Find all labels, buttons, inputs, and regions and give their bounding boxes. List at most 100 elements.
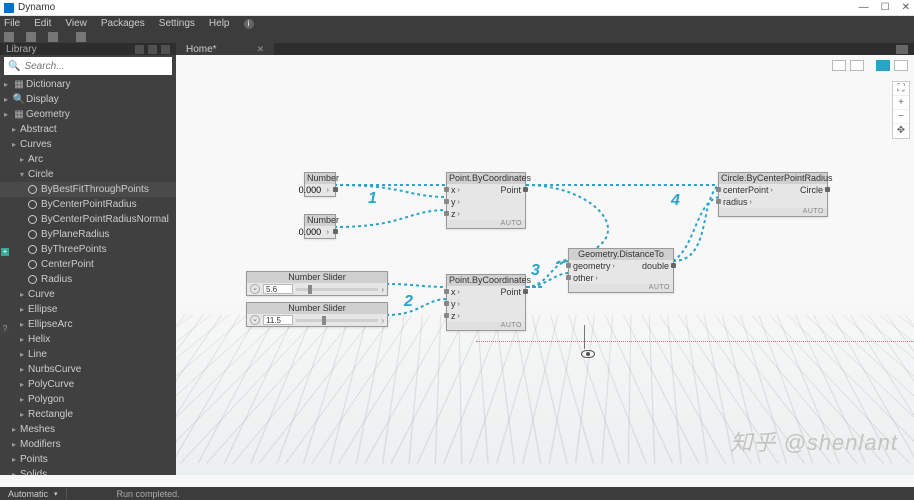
canvas[interactable]: ⛶ + − ✥ Number ›: [176, 55, 914, 475]
zoom-in-button[interactable]: +: [893, 96, 909, 110]
help-icon[interactable]: ?: [1, 325, 9, 333]
slider-value[interactable]: 5.6: [263, 284, 293, 294]
tree-item[interactable]: ▸Polygon: [0, 392, 176, 407]
node-slider-2[interactable]: Number Slider ⌄ 11.5 ›: [246, 302, 388, 327]
input-port-other[interactable]: other›: [569, 272, 638, 284]
tree-item[interactable]: ByCenterPointRadiusNormal: [0, 212, 176, 227]
input-port-z[interactable]: z›: [447, 310, 496, 322]
chevron-right-icon: ›: [458, 211, 460, 218]
zoom-out-button[interactable]: −: [893, 110, 909, 124]
tree-item[interactable]: ▸Modifiers: [0, 437, 176, 452]
view-toggle-icon[interactable]: [850, 60, 864, 71]
library-view-icon[interactable]: [135, 45, 144, 54]
output-port[interactable]: double: [638, 260, 673, 272]
input-port-centerpoint[interactable]: centerPoint›: [719, 184, 796, 196]
view-toggle-icon[interactable]: [832, 60, 846, 71]
3d-view-icon[interactable]: [876, 60, 890, 71]
menu-edit[interactable]: Edit: [34, 18, 51, 29]
info-icon[interactable]: i: [244, 19, 254, 29]
node-point-bycoords-2[interactable]: Point.ByCoordinates x› y› z› Point AUTO: [446, 274, 526, 331]
menu-view[interactable]: View: [65, 18, 87, 29]
node-distance-to[interactable]: Geometry.DistanceTo geometry› other› dou…: [568, 248, 674, 293]
pan-button[interactable]: ✥: [893, 124, 909, 138]
tree-item[interactable]: ByCenterPointRadius: [0, 197, 176, 212]
run-mode-dropdown[interactable]: Automatic ▾: [0, 489, 67, 499]
tree-item[interactable]: ▸NurbsCurve: [0, 362, 176, 377]
add-button[interactable]: +: [1, 248, 9, 256]
tree-item[interactable]: ▸Line: [0, 347, 176, 362]
input-port-x[interactable]: x›: [447, 184, 496, 196]
tree-item-label: Helix: [28, 334, 50, 345]
app-logo-icon: [4, 3, 14, 13]
tree-item[interactable]: ▸PolyCurve: [0, 377, 176, 392]
node-number-1[interactable]: Number ›: [304, 172, 336, 197]
undo-icon[interactable]: [76, 32, 86, 42]
menu-settings[interactable]: Settings: [159, 18, 195, 29]
tree-item[interactable]: Radius: [0, 272, 176, 287]
tab-home[interactable]: Home* ✕: [176, 43, 274, 55]
fit-view-button[interactable]: ⛶: [893, 82, 909, 96]
slider-value[interactable]: 11.5: [263, 315, 293, 325]
node-output-port[interactable]: ›: [305, 226, 335, 238]
minimize-button[interactable]: —: [859, 2, 869, 13]
input-port-y[interactable]: y›: [447, 196, 496, 208]
menubar: File Edit View Packages Settings Help i: [0, 16, 914, 31]
input-port-z[interactable]: z›: [447, 208, 496, 220]
search-input[interactable]: [24, 61, 168, 72]
tree-item[interactable]: CenterPoint: [0, 257, 176, 272]
input-port-radius[interactable]: radius›: [719, 196, 796, 208]
tab-close-icon[interactable]: ✕: [257, 44, 265, 55]
input-port-y[interactable]: y›: [447, 298, 496, 310]
tree-item[interactable]: ByThreePoints: [0, 242, 176, 257]
menu-packages[interactable]: Packages: [101, 18, 145, 29]
output-port[interactable]: Point: [496, 184, 525, 196]
save-file-icon[interactable]: [48, 32, 58, 42]
tree-item[interactable]: ▸Points: [0, 452, 176, 467]
number-value-input[interactable]: [299, 227, 325, 237]
tree-item[interactable]: ▸Curves: [0, 137, 176, 152]
tree-item[interactable]: ByPlaneRadius: [0, 227, 176, 242]
tree-item[interactable]: ▸🔍Display: [0, 92, 176, 107]
slider-track[interactable]: [296, 319, 378, 322]
library-view-icon[interactable]: [148, 45, 157, 54]
library-view-icon[interactable]: [161, 45, 170, 54]
tree-item[interactable]: ▸Arc: [0, 152, 176, 167]
menu-help[interactable]: Help: [209, 18, 230, 29]
tree-item[interactable]: ▾Circle: [0, 167, 176, 182]
slider-thumb[interactable]: [308, 285, 312, 294]
slider-thumb[interactable]: [322, 316, 326, 325]
tree-item[interactable]: ▸Rectangle: [0, 407, 176, 422]
close-button[interactable]: ✕: [902, 2, 910, 13]
input-port-geometry[interactable]: geometry›: [569, 260, 638, 272]
2d-view-icon[interactable]: [894, 60, 908, 71]
number-value-input[interactable]: [299, 185, 325, 195]
tree-item[interactable]: ▸▦Dictionary: [0, 77, 176, 92]
chevron-down-icon[interactable]: ⌄: [250, 315, 260, 325]
tree-item-label: NurbsCurve: [28, 364, 81, 375]
node-header: Number Slider: [247, 303, 387, 314]
node-slider-1[interactable]: Number Slider ⌄ 5.6 ›: [246, 271, 388, 296]
tree-item[interactable]: ▸Meshes: [0, 422, 176, 437]
menu-file[interactable]: File: [4, 18, 20, 29]
tree-item[interactable]: ▸Solids: [0, 467, 176, 475]
tree-item[interactable]: ByBestFitThroughPoints: [0, 182, 176, 197]
node-point-bycoords-1[interactable]: Point.ByCoordinates x› y› z› Point AUTO: [446, 172, 526, 229]
chevron-down-icon[interactable]: ⌄: [250, 284, 260, 294]
tree-item[interactable]: ▸Abstract: [0, 122, 176, 137]
tree-item[interactable]: ▸EllipseArc: [0, 317, 176, 332]
output-port[interactable]: Circle: [796, 184, 827, 196]
tree-item[interactable]: ▸▦Geometry: [0, 107, 176, 122]
camera-icon[interactable]: [896, 45, 908, 54]
tree-item[interactable]: ▸Curve: [0, 287, 176, 302]
open-file-icon[interactable]: [26, 32, 36, 42]
tree-item[interactable]: ▸Helix: [0, 332, 176, 347]
tree-item[interactable]: ▸Ellipse: [0, 302, 176, 317]
output-port[interactable]: Point: [496, 286, 525, 298]
slider-track[interactable]: [296, 288, 378, 291]
new-file-icon[interactable]: [4, 32, 14, 42]
node-output-port[interactable]: ›: [305, 184, 335, 196]
node-circle-bycpr[interactable]: Circle.ByCenterPointRadius centerPoint› …: [718, 172, 828, 217]
input-port-x[interactable]: x›: [447, 286, 496, 298]
maximize-button[interactable]: ☐: [881, 2, 890, 13]
node-number-2[interactable]: Number ›: [304, 214, 336, 239]
